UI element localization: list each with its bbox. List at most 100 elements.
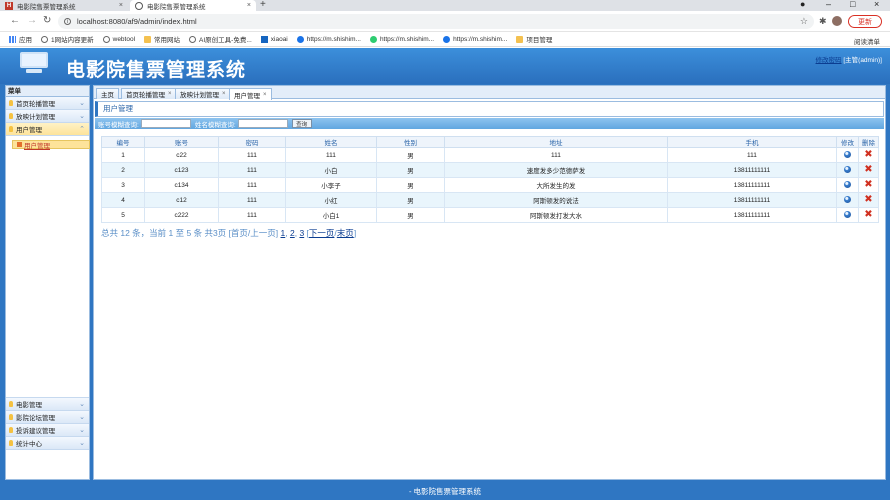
update-button[interactable]: 更新 [848,15,882,28]
browser-tab-1[interactable]: H 电影院售票管理系统 × [0,0,128,11]
bulb-icon [9,100,13,106]
cell-password: 111 [218,177,286,193]
back-arrow-icon[interactable]: ← [10,15,20,26]
tab-carousel[interactable]: 首页轮播管理 × [121,88,177,99]
tab-label: 主页 [101,92,114,99]
search-account-input[interactable] [140,119,191,128]
tab-schedule[interactable]: 放映计划管理 × [175,88,231,99]
bookmark-star-icon[interactable]: ☆ [800,16,808,27]
edit-icon[interactable] [844,165,851,173]
page-link[interactable]: 1 [281,228,286,238]
bookmark-label: 应用 [19,37,32,44]
tab-users[interactable]: 用户管理 × [229,88,272,100]
bookmark-item[interactable]: 1网站内容更新 [41,34,94,44]
close-tab-icon[interactable]: × [119,2,123,9]
edit-icon[interactable] [844,210,851,218]
browser-tab-strip: H 电影院售票管理系统 × 电影院售票管理系统 × + ● – □ × [0,0,890,11]
app-title: 电影院售票管理系统 [66,60,247,81]
cell-edit [836,177,859,193]
chevron-down-icon: ⌄ [79,427,85,434]
next-page-link[interactable]: 下一页 [309,228,335,238]
query-button[interactable]: 查询 [291,119,312,128]
edit-icon[interactable] [844,195,851,203]
browser-tab-2[interactable]: 电影院售票管理系统 × [130,0,256,11]
page-link[interactable]: 3 [299,228,304,238]
bookmark-item[interactable]: 常用网站 [144,34,180,44]
window-close-icon[interactable]: × [874,0,879,9]
close-tab-icon[interactable]: × [168,91,172,97]
table-row: 1 c22 111 111 男 111 111 ✖ [101,147,879,163]
search-name-input[interactable] [237,119,288,128]
cell-name: 小白1 [285,207,377,223]
chevron-up-icon: ⌃ [79,126,85,133]
column-header: 密码 [218,136,286,148]
reading-list-button[interactable]: 阅读清单 [854,36,880,46]
close-tab-icon[interactable]: × [247,2,251,9]
cell-gender: 男 [376,162,445,178]
tab-home[interactable]: 主页 [96,88,119,99]
last-page-link[interactable]: 末页 [337,228,354,238]
column-header: 地址 [444,136,668,148]
bookmark-label: AI原创工具-免费... [199,37,252,44]
delete-x-icon[interactable]: ✖ [864,180,872,190]
address-bar[interactable]: i localhost:8080/af9/admin/index.html ☆ [58,14,814,29]
new-tab-button[interactable]: + [260,0,266,10]
globe-icon [135,1,143,10]
change-password-link[interactable]: 修改密码 [816,57,842,64]
edit-icon[interactable] [844,180,851,188]
bookmark-item[interactable]: https://m.shishim... [369,35,434,43]
submenu-item-users[interactable]: 用户管理 [12,140,90,150]
table-row: 3 c134 111 小李子 男 大所发生的发 13811111111 ✖ [101,177,879,193]
forward-arrow-icon[interactable]: → [27,15,37,26]
cell-account: c22 [144,147,219,163]
page-link[interactable]: 2 [290,228,295,238]
table-header-row: 编号 账号 密码 姓名 性别 地址 手机 修改 删除 [101,136,879,148]
sidebar-item-schedule[interactable]: 放映计划管理 ⌄ [6,110,89,123]
edit-icon[interactable] [844,150,851,158]
chevron-down-icon: ⌄ [79,401,85,408]
bookmark-item[interactable]: 应用 [9,34,32,44]
sidebar-item-users[interactable]: 用户管理 ⌃ [6,123,89,136]
site-info-icon[interactable]: i [64,18,71,25]
bookmark-item[interactable]: AI原创工具-免费... [189,34,252,44]
sidebar-item-carousel[interactable]: 首页轮播管理 ⌄ [6,97,89,110]
globe-icon [189,35,197,43]
minimize-icon[interactable]: – [826,0,831,9]
sidebar-item-complaints[interactable]: 投诉建议管理 ⌄ [6,424,89,437]
cell-phone: 13811111111 [667,192,837,208]
sidebar-item-movies[interactable]: 电影管理 ⌄ [6,398,89,411]
sidebar-item-forum[interactable]: 影院论坛管理 ⌄ [6,411,89,424]
bookmark-item[interactable]: https://m.shishim... [443,35,507,43]
url-text: localhost:8080/af9/admin/index.html [77,17,197,26]
user-links: 修改密码 [主管(admin)] [816,54,882,64]
bulb-icon [9,401,13,407]
delete-x-icon[interactable]: ✖ [864,210,872,220]
close-tab-icon[interactable]: × [263,92,267,98]
bulb-icon [9,440,13,446]
reload-icon[interactable]: ↻ [43,15,51,26]
bookmark-item[interactable]: https://m.shishim... [296,35,361,43]
cell-address: 大所发生的发 [444,177,668,193]
bookmark-item[interactable]: xiaoai [260,35,288,43]
bookmark-item[interactable]: 项目管理 [516,34,552,44]
panel-title: 用户管理 [95,101,884,117]
delete-x-icon[interactable]: ✖ [864,195,872,205]
cell-id: 1 [101,147,145,163]
extensions-icon[interactable]: ✱ [819,16,827,27]
bookmark-item[interactable]: webtool [102,35,135,43]
search-account-label: 账号模糊查询: [98,121,139,129]
bookmark-label: 1网站内容更新 [51,37,94,44]
delete-x-icon[interactable]: ✖ [864,150,872,160]
page-tabs: 主页 首页轮播管理 × 放映计划管理 × 用户管理 × [94,86,885,100]
profile-avatar[interactable] [832,16,842,26]
sidebar-item-label: 首页轮播管理 [16,101,55,108]
maximize-icon[interactable]: □ [850,0,855,9]
submenu-label: 用户管理 [24,142,50,150]
cell-delete: ✖ [858,162,879,178]
close-tab-icon[interactable]: × [222,91,226,97]
delete-x-icon[interactable]: ✖ [864,165,872,175]
address-toolbar: ← → ↻ i localhost:8080/af9/admin/index.h… [0,11,890,32]
sidebar-item-statistics[interactable]: 统计中心 ⌄ [6,437,89,450]
cell-edit [836,147,859,163]
cell-phone: 13811111111 [667,162,837,178]
